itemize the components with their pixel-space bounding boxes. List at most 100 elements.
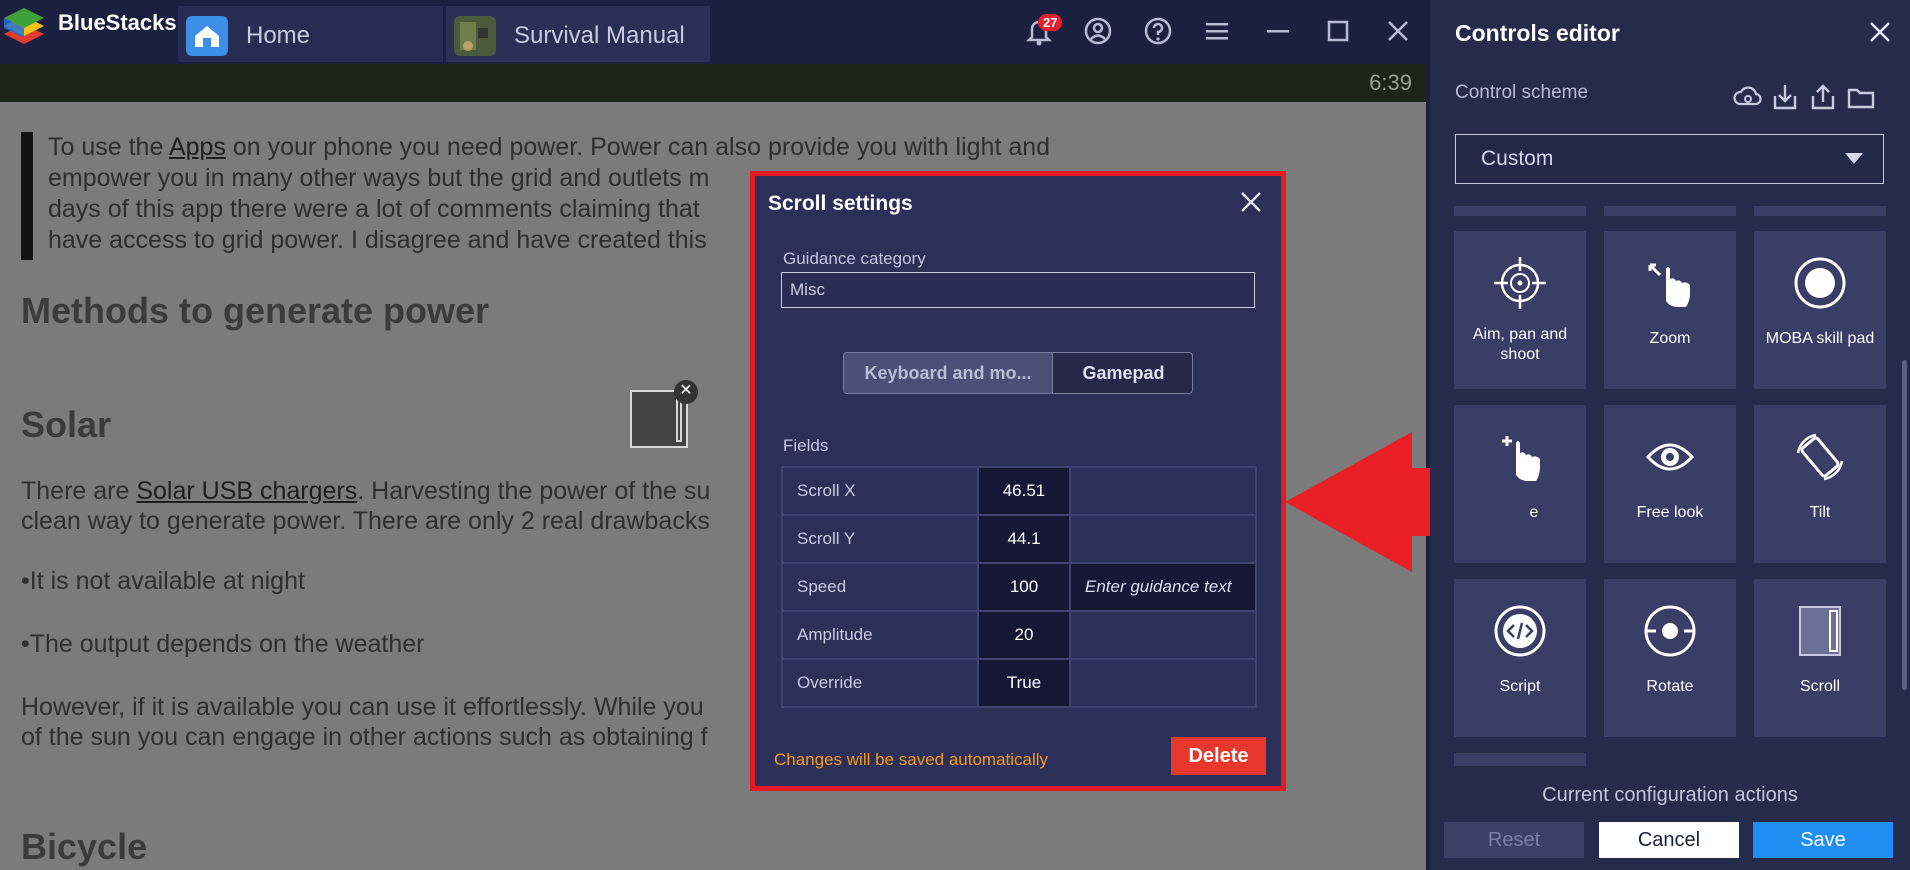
tile-label: MOBA skill pad xyxy=(1765,330,1875,347)
crosshair-icon xyxy=(1494,257,1546,309)
field-row-amplitude: Amplitude 20 xyxy=(781,610,1257,660)
export-icon[interactable] xyxy=(1808,82,1838,112)
control-tile-moba-skill-pad[interactable]: MOBA skill pad xyxy=(1754,231,1886,389)
tab-home-label: Home xyxy=(246,22,311,49)
field-value-amplitude[interactable]: 20 xyxy=(977,610,1071,660)
field-value-scroll-y[interactable]: 44.1 xyxy=(977,514,1071,564)
fields-table: Scroll X 46.51 Scroll Y 44.1 Speed 100 E… xyxy=(781,466,1257,708)
tile-label: Aim, pan and shoot xyxy=(1472,326,1568,363)
dialog-title: Scroll settings xyxy=(768,192,913,215)
control-tile-zoom[interactable]: Zoom xyxy=(1604,231,1736,389)
close-panel-icon[interactable] xyxy=(1866,18,1894,46)
solar-text: There are xyxy=(21,477,137,505)
tile-label: Scroll xyxy=(1799,678,1840,695)
solar-paragraph: There are Solar USB chargers. Harvesting… xyxy=(21,476,710,536)
tab-gamepad[interactable]: Gamepad xyxy=(1052,353,1192,393)
field-guidance-amplitude[interactable] xyxy=(1069,610,1257,660)
however-paragraph: However, if it is available you can use … xyxy=(21,692,708,752)
tile-label: Script xyxy=(1499,678,1541,695)
field-row-scroll-x: Scroll X 46.51 xyxy=(781,466,1257,516)
rotate-icon xyxy=(1644,605,1696,657)
close-window-icon[interactable] xyxy=(1381,14,1415,48)
maximize-icon[interactable] xyxy=(1321,14,1355,48)
control-tile-swipe[interactable]: e xyxy=(1454,405,1586,563)
panel-title: Controls editor xyxy=(1455,20,1620,46)
android-status-bar: 6:39 xyxy=(0,64,1426,102)
tilt-icon xyxy=(1796,433,1844,481)
reset-button[interactable]: Reset xyxy=(1444,822,1584,858)
field-value-speed[interactable]: 100 xyxy=(977,562,1071,612)
solar-usb-chargers-link[interactable]: Solar USB chargers xyxy=(136,477,357,505)
control-tile-script[interactable]: Script xyxy=(1454,579,1586,737)
field-guidance-scroll-x[interactable] xyxy=(1069,466,1257,516)
field-guidance-scroll-y[interactable] xyxy=(1069,514,1257,564)
clock: 6:39 xyxy=(1369,70,1412,95)
control-tile-partial[interactable] xyxy=(1454,206,1586,216)
remove-control-icon[interactable]: ✕ xyxy=(674,380,698,404)
eye-icon xyxy=(1645,443,1695,471)
pinch-zoom-icon xyxy=(1648,263,1690,307)
heading-bicycle: Bicycle xyxy=(21,826,148,867)
title-bar: BlueStacks Home Survival Manual 27 xyxy=(0,0,1430,64)
control-tile-aim-pan-shoot[interactable]: Aim, pan and shoot xyxy=(1454,231,1586,389)
tab-keyboard-mouse[interactable]: Keyboard and mo... xyxy=(844,353,1052,393)
scroll-control-widget[interactable]: ✕ xyxy=(630,380,698,448)
input-mode-toggle: Keyboard and mo... Gamepad xyxy=(843,352,1193,394)
guidance-category-input[interactable] xyxy=(781,272,1255,308)
tab-home[interactable]: Home xyxy=(178,6,443,62)
quote-text: To use the xyxy=(48,133,169,161)
panel-scrollbar[interactable] xyxy=(1902,360,1907,690)
delete-button[interactable]: Delete xyxy=(1171,737,1266,775)
heading-methods: Methods to generate power xyxy=(21,290,490,331)
control-scheme-value: Custom xyxy=(1481,147,1554,170)
field-name: Override xyxy=(781,658,979,708)
quote-line: To use the Apps on your phone you need p… xyxy=(48,132,1148,163)
control-scheme-dropdown[interactable]: Custom xyxy=(1455,134,1884,184)
solar-text: clean way to generate power. There are o… xyxy=(21,507,710,535)
field-name: Scroll Y xyxy=(781,514,979,564)
autosave-note: Changes will be saved automatically xyxy=(774,750,1049,769)
field-guidance-speed[interactable]: Enter guidance text xyxy=(1069,562,1257,612)
tile-label: Tilt xyxy=(1809,504,1831,521)
control-tile-tilt[interactable]: Tilt xyxy=(1754,405,1886,563)
field-value-override[interactable]: True xyxy=(977,658,1071,708)
heading-solar: Solar xyxy=(21,404,112,445)
quote-bar xyxy=(21,132,33,260)
apps-link[interactable]: Apps xyxy=(169,133,226,161)
cancel-button[interactable]: Cancel xyxy=(1599,822,1739,858)
controls-grid: Aim, pan and shoot Zoom MOBA skill pad e… xyxy=(1430,206,1890,766)
solar-text: . Harvesting the power of the su xyxy=(357,477,711,505)
field-guidance-override[interactable] xyxy=(1069,658,1257,708)
tile-label: Zoom xyxy=(1649,330,1691,347)
bluestacks-logo-icon xyxy=(4,8,44,44)
menu-icon[interactable] xyxy=(1200,14,1234,48)
code-icon xyxy=(1494,605,1546,657)
brand-name: BlueStacks xyxy=(58,10,177,35)
control-tile-partial[interactable] xyxy=(1754,206,1886,216)
save-button[interactable]: Save xyxy=(1753,822,1893,858)
control-scheme-label: Control scheme xyxy=(1455,82,1589,103)
control-tile-free-look[interactable]: Free look xyxy=(1604,405,1736,563)
control-tile-partial[interactable] xyxy=(1454,753,1586,766)
minimize-icon[interactable] xyxy=(1261,14,1295,48)
tab-survival-manual[interactable]: Survival Manual xyxy=(446,6,710,62)
tile-label: Free look xyxy=(1636,504,1704,521)
close-dialog-icon[interactable] xyxy=(1237,188,1265,216)
guidance-category-label: Guidance category xyxy=(783,249,926,268)
cloud-sync-icon[interactable] xyxy=(1732,82,1762,112)
folder-icon[interactable] xyxy=(1846,82,1876,112)
swipe-icon xyxy=(1502,436,1540,481)
help-icon[interactable] xyxy=(1141,14,1175,48)
field-name: Scroll X xyxy=(781,466,979,516)
field-row-scroll-y: Scroll Y 44.1 xyxy=(781,514,1257,564)
account-icon[interactable] xyxy=(1081,14,1115,48)
bullet-weather: •The output depends on the weather xyxy=(21,630,425,658)
notification-badge: 27 xyxy=(1038,14,1063,31)
control-tile-partial[interactable] xyxy=(1604,206,1736,216)
control-tile-rotate[interactable]: Rotate xyxy=(1604,579,1736,737)
control-tile-scroll[interactable]: Scroll xyxy=(1754,579,1886,737)
bullet-night: •It is not available at night xyxy=(21,567,305,595)
field-value-scroll-x[interactable]: 46.51 xyxy=(977,466,1071,516)
import-icon[interactable] xyxy=(1770,82,1800,112)
however-text: However, if it is available you can use … xyxy=(21,693,704,721)
